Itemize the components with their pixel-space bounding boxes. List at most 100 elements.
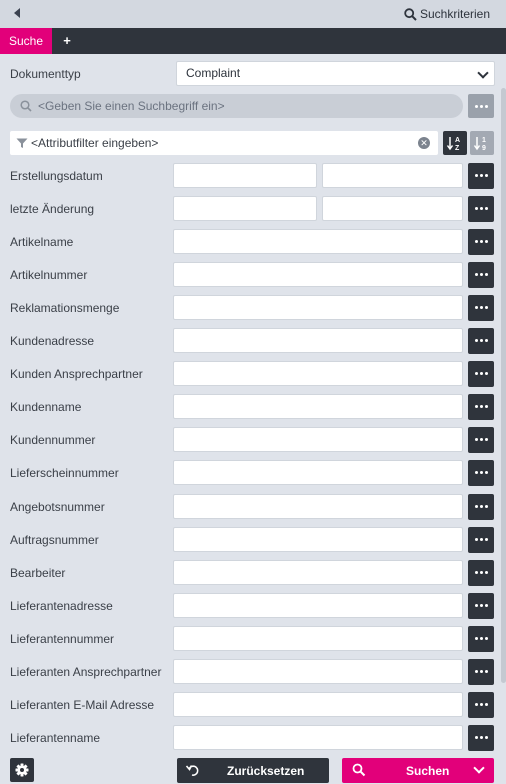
sort-numeric-button[interactable]: 1 9 xyxy=(470,131,494,155)
document-type-value: Complaint xyxy=(186,66,241,80)
tab-search[interactable]: Suche xyxy=(0,28,52,54)
chevron-down-icon[interactable] xyxy=(473,762,485,774)
field-options-button[interactable] xyxy=(468,262,494,288)
field-options-button[interactable] xyxy=(468,394,494,420)
clear-icon[interactable]: ✕ xyxy=(418,137,430,149)
field-input[interactable] xyxy=(173,692,463,717)
search-icon xyxy=(20,100,32,112)
magnifier-icon xyxy=(404,7,417,21)
field-options-button[interactable] xyxy=(468,725,494,751)
attribute-filter-input[interactable]: <Attributfilter eingeben> ✕ xyxy=(10,131,438,155)
field-input[interactable] xyxy=(173,361,463,386)
field-input[interactable] xyxy=(173,262,463,287)
more-icon xyxy=(475,105,488,108)
field-input[interactable] xyxy=(173,527,463,552)
field-input-from[interactable] xyxy=(173,163,317,188)
svg-text:9: 9 xyxy=(482,145,486,152)
field-options-button[interactable] xyxy=(468,659,494,685)
more-icon xyxy=(475,670,488,673)
chevron-down-icon xyxy=(477,67,489,79)
field-options-button[interactable] xyxy=(468,196,494,222)
field-label: Artikelname xyxy=(10,235,74,249)
filter-placeholder: <Attributfilter eingeben> xyxy=(31,136,159,150)
field-options-button[interactable] xyxy=(468,163,494,189)
field-input[interactable] xyxy=(173,494,463,519)
field-label: Lieferantenname xyxy=(10,731,101,745)
field-label: Auftragsnummer xyxy=(10,533,99,547)
field-label: Lieferanten Ansprechpartner xyxy=(10,665,162,679)
search-icon xyxy=(352,763,366,777)
more-icon xyxy=(475,339,488,342)
field-options-button[interactable] xyxy=(468,229,494,255)
sort-alphabetical-button[interactable]: A Z xyxy=(443,131,467,155)
settings-button[interactable] xyxy=(10,758,34,782)
scrollbar[interactable] xyxy=(501,88,506,683)
field-options-button[interactable] xyxy=(468,494,494,520)
field-label: Kundenadresse xyxy=(10,334,95,348)
field-options-button[interactable] xyxy=(468,460,494,486)
document-type-select[interactable]: Complaint xyxy=(176,61,495,86)
field-options-button[interactable] xyxy=(468,560,494,586)
more-icon xyxy=(475,174,488,177)
sort-numeric-icon: 1 9 xyxy=(473,137,486,152)
field-label: Kundennummer xyxy=(10,433,96,447)
undo-icon xyxy=(185,765,199,776)
field-label: Reklamationsmenge xyxy=(10,301,120,315)
field-options-button[interactable] xyxy=(468,593,494,619)
funnel-icon xyxy=(16,138,28,148)
back-arrow-icon[interactable] xyxy=(14,8,20,18)
search-criteria-label: Suchkriterien xyxy=(419,7,490,21)
field-options-button[interactable] xyxy=(468,527,494,553)
svg-text:Z: Z xyxy=(455,145,460,152)
field-input[interactable] xyxy=(173,328,463,353)
field-label: letzte Änderung xyxy=(10,202,95,216)
field-input[interactable] xyxy=(173,229,463,254)
more-icon xyxy=(475,736,488,739)
field-label: Lieferscheinnummer xyxy=(10,466,119,480)
field-options-button[interactable] xyxy=(468,328,494,354)
field-label: Artikelnummer xyxy=(10,268,88,282)
search-criteria-toggle[interactable]: Suchkriterien xyxy=(404,7,490,21)
document-type-label: Dokumenttyp xyxy=(10,67,81,81)
svg-text:A: A xyxy=(455,137,460,144)
field-input[interactable] xyxy=(173,427,463,452)
tab-bar: Suche + xyxy=(0,28,506,54)
search-options-button[interactable] xyxy=(468,94,494,118)
field-input[interactable] xyxy=(173,593,463,618)
more-icon xyxy=(475,471,488,474)
field-input[interactable] xyxy=(173,725,463,750)
top-bar: Suchkriterien xyxy=(0,0,506,28)
more-icon xyxy=(475,538,488,541)
field-input[interactable] xyxy=(173,626,463,651)
field-input[interactable] xyxy=(173,560,463,585)
field-input[interactable] xyxy=(173,659,463,684)
more-icon xyxy=(475,273,488,276)
field-label: Lieferanten E-Mail Adresse xyxy=(10,698,155,712)
field-input-to[interactable] xyxy=(322,163,463,188)
field-options-button[interactable] xyxy=(468,626,494,652)
field-input[interactable] xyxy=(173,460,463,485)
reset-button[interactable]: Zurücksetzen xyxy=(177,758,329,783)
more-icon xyxy=(475,438,488,441)
search-label: Suchen xyxy=(406,764,450,778)
reset-label: Zurücksetzen xyxy=(227,764,305,778)
field-label: Erstellungsdatum xyxy=(10,169,103,183)
more-icon xyxy=(475,405,488,408)
search-button[interactable]: Suchen xyxy=(342,758,494,783)
field-options-button[interactable] xyxy=(468,295,494,321)
field-options-button[interactable] xyxy=(468,427,494,453)
search-input[interactable]: <Geben Sie einen Suchbegriff ein> xyxy=(10,94,463,118)
field-options-button[interactable] xyxy=(468,361,494,387)
more-icon xyxy=(475,372,488,375)
more-icon xyxy=(475,637,488,640)
field-input-from[interactable] xyxy=(173,196,317,221)
field-label: Bearbeiter xyxy=(10,566,66,580)
add-tab-button[interactable]: + xyxy=(60,28,74,54)
field-options-button[interactable] xyxy=(468,692,494,718)
field-input-to[interactable] xyxy=(322,196,463,221)
field-input[interactable] xyxy=(173,394,463,419)
svg-text:1: 1 xyxy=(482,137,486,144)
field-label: Lieferantennummer xyxy=(10,632,115,646)
field-input[interactable] xyxy=(173,295,463,320)
search-placeholder: <Geben Sie einen Suchbegriff ein> xyxy=(38,99,225,113)
